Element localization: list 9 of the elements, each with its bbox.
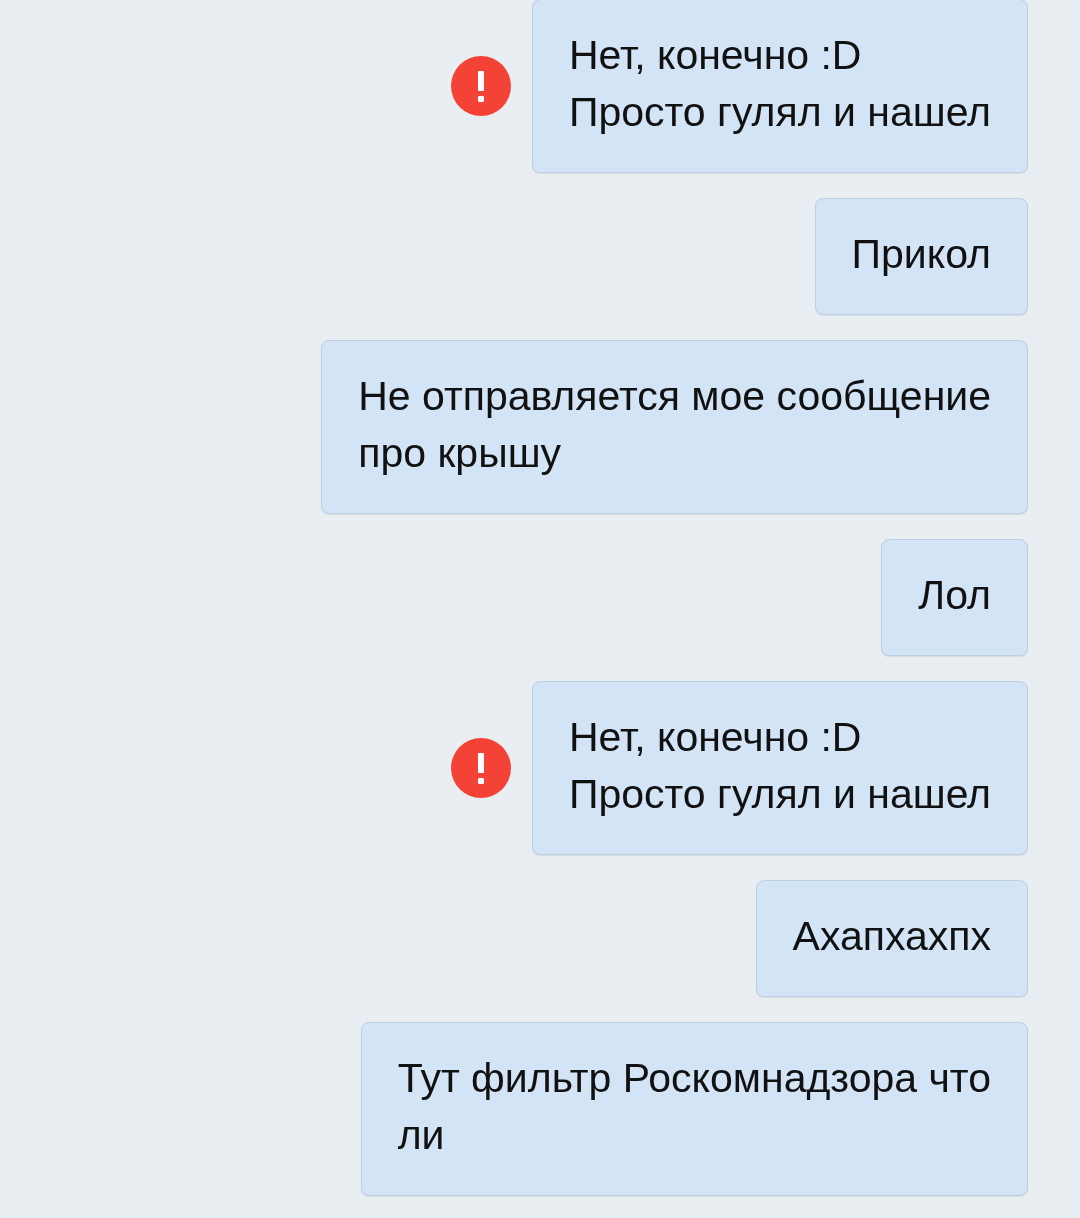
message-bubble: Нет, конечно :D Просто гулял и нашел xyxy=(531,0,1028,173)
error-icon[interactable] xyxy=(450,56,511,116)
message-bubble: Нет, конечно :D Просто гулял и нашел xyxy=(531,681,1028,855)
message-bubble: Ахапхахпх xyxy=(755,880,1028,997)
message-bubble: Прикол xyxy=(814,198,1028,315)
message-bubble: Тут фильтр Роскомнадзора что ли xyxy=(360,1022,1028,1196)
message-bubble: Лол xyxy=(881,539,1028,656)
message-bubble: Не отправляется мое сообщение про крышу xyxy=(321,340,1028,514)
error-icon[interactable] xyxy=(450,738,511,798)
